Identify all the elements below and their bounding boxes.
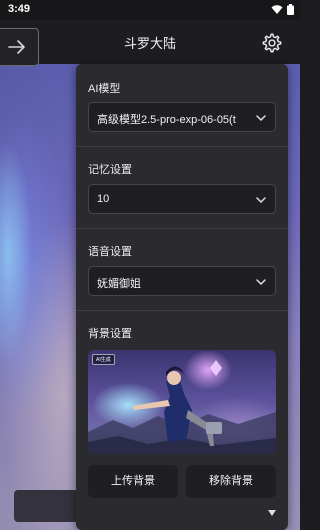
divider [76,310,288,311]
voice-select[interactable]: 妩媚御姐 [88,266,276,296]
character-illustration [88,360,276,454]
background-label: 背景设置 [88,328,132,340]
chevron-down-icon [256,197,266,204]
battery-icon [287,4,294,15]
wifi-icon [271,4,283,14]
ai-model-select[interactable]: 高级模型2.5-pro-exp-06-05(t [88,102,276,132]
memory-label: 记忆设置 [88,164,132,176]
voice-label: 语音设置 [88,246,132,258]
settings-panel: AI模型 高级模型2.5-pro-exp-06-05(t 记忆设置 10 语音设… [76,64,288,530]
memory-value: 10 [97,193,110,205]
status-icons [271,4,294,15]
voice-value: 妩媚御姐 [97,278,141,290]
divider [76,146,288,147]
ai-model-label: AI模型 [88,83,121,95]
chevron-down-icon [256,279,266,286]
page-title: 斗罗大陆 [123,36,176,51]
divider [76,228,288,229]
ai-model-value: 高级模型2.5-pro-exp-06-05(t [97,114,236,126]
gear-icon [262,33,282,53]
settings-button[interactable] [258,29,286,57]
app-header: 斗罗大陆 [0,20,300,66]
background-preview-image: AI生成 [88,350,276,454]
memory-select[interactable]: 10 [88,184,276,214]
remove-background-button[interactable]: 移除背景 [186,465,276,498]
chevron-down-icon [256,115,266,122]
status-bar: 3:49 [0,0,300,20]
caret-down-icon[interactable] [268,510,276,516]
status-time: 3:49 [8,3,31,15]
upload-background-button[interactable]: 上传背景 [88,465,178,498]
